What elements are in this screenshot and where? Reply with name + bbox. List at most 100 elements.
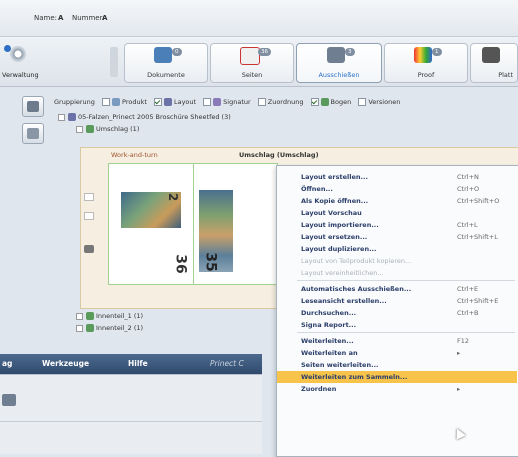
tree-root[interactable]: 05-Falzen_Prinect 2005 Broschüre Sheetfe… <box>58 113 231 121</box>
menu-hilfe[interactable]: Hilfe <box>128 359 148 368</box>
expand-toggle[interactable] <box>76 312 83 320</box>
step-label: Seiten <box>241 71 263 79</box>
tool-icon[interactable] <box>84 212 94 220</box>
submenu-arrow-icon: ▸ <box>457 349 461 357</box>
tool-icon[interactable] <box>84 193 94 201</box>
page-number: 35 <box>202 252 219 272</box>
context-menu: Layout erstellen... Ctrl+N Öffnen... Ctrl+… <box>276 165 518 457</box>
imposition-icon <box>327 47 345 63</box>
sheet-icon <box>27 128 39 139</box>
step-label: Proof <box>417 71 435 79</box>
page-number: 36 <box>172 254 189 274</box>
menu-werkzeuge[interactable]: Werkzeuge <box>42 359 89 368</box>
bogen-checkbox[interactable] <box>310 98 319 106</box>
zuordnung-label: Zuordnung <box>267 98 304 106</box>
view-list-button[interactable] <box>22 96 44 117</box>
page-number: 2 <box>166 192 181 202</box>
step-label: Dokumente <box>147 71 185 79</box>
menu-item-leseansicht[interactable]: Leseansicht erstellen... Ctrl+Shift+E <box>277 295 517 307</box>
menu-item-layout-vorschau[interactable]: Layout Vorschau <box>277 207 517 219</box>
page-cell: 2 36 <box>109 164 194 284</box>
bogen-label: Bogen <box>330 98 352 106</box>
workflow-toolbar: Verwaltung 0 Dokumente 36 Seiten 3 Aussc… <box>0 37 518 87</box>
pdf-page-icon <box>240 47 260 65</box>
signature-icon <box>213 98 222 106</box>
versionen-checkbox[interactable] <box>358 98 367 106</box>
layout-icon <box>163 98 172 106</box>
tree-item-innenteil-1[interactable]: Innenteil_1 (1) <box>76 312 143 320</box>
sheet-preview[interactable]: 2 36 35 <box>108 163 278 285</box>
menu-separator <box>297 280 515 281</box>
number-filter-value[interactable]: A <box>102 14 107 22</box>
scroll-left-button[interactable] <box>110 47 118 77</box>
lower-panel <box>0 374 262 454</box>
step-proof[interactable]: 1 Proof <box>384 43 468 83</box>
menu-item-auto-ausschiessen[interactable]: Automatisches Ausschießen... Ctrl+E <box>277 283 517 295</box>
step-count-badge: 3 <box>345 48 355 56</box>
layout-checkbox[interactable] <box>153 98 162 106</box>
menu-partial[interactable]: ag <box>2 359 12 368</box>
product-icon <box>112 98 121 106</box>
signatur-label: Signatur <box>223 98 251 106</box>
tree-item-umschlag[interactable]: Umschlag (1) <box>76 125 139 133</box>
step-dokumente[interactable]: 0 Dokumente <box>124 43 208 83</box>
versionen-label: Versionen <box>368 98 401 106</box>
produkt-checkbox[interactable] <box>102 98 111 106</box>
sheet-icon <box>86 324 94 332</box>
sheet-title: Umschlag (Umschlag) <box>239 151 319 159</box>
expand-toggle[interactable] <box>76 125 83 133</box>
hand-icon[interactable] <box>84 245 94 253</box>
menu-item-layout-vereinheitlichen: Layout vereinheitlichen... <box>301 269 384 277</box>
layout-icon <box>68 113 76 121</box>
filter-bar: Name: A Nummer: A <box>0 0 518 37</box>
document-icon <box>154 47 172 63</box>
view-sheet-button[interactable] <box>22 123 44 144</box>
menu-item-weiterleiten-sammeln[interactable]: Weiterleiten zum Sammeln... <box>277 371 517 383</box>
menu-item-layout-kopieren: Layout von Teilprodukt kopieren... <box>301 257 412 265</box>
menu-item-layout-erstellen[interactable]: Layout erstellen... Ctrl+N <box>277 171 517 183</box>
menu-item-zuordnen[interactable]: Zuordnen ▸ <box>277 383 517 395</box>
step-label: Platt <box>498 71 513 79</box>
print-mode-label: Work-and-turn <box>111 151 158 159</box>
imposition-icon <box>27 101 39 112</box>
expand-toggle[interactable] <box>76 324 83 332</box>
step-seiten[interactable]: 36 Seiten <box>210 43 294 83</box>
menu-item-oeffnen[interactable]: Öffnen... Ctrl+O <box>277 183 517 195</box>
menu-separator <box>297 332 515 333</box>
name-filter-value[interactable]: A <box>58 14 63 22</box>
sheet-icon <box>320 98 329 106</box>
step-count-badge: 36 <box>258 48 271 56</box>
menu-item-layout-ersetzen[interactable]: Layout ersetzen... Ctrl+Shift+L <box>277 231 517 243</box>
menu-item-layout-duplizieren[interactable]: Layout duplizieren... <box>277 243 517 255</box>
step-ausschiessen[interactable]: 3 Ausschießen <box>296 43 382 83</box>
step-platten[interactable]: Platt <box>470 43 518 83</box>
tree-item-innenteil-2[interactable]: Innenteil_2 (1) <box>76 324 143 332</box>
plate-icon <box>482 47 500 63</box>
menu-item-durchsuchen[interactable]: Durchsuchen... Ctrl+B <box>277 307 517 319</box>
gear-icon <box>10 46 26 62</box>
menu-item-signa-report[interactable]: Signa Report... <box>277 319 517 331</box>
proof-icon <box>414 47 432 63</box>
sheet-icon <box>86 312 94 320</box>
signatur-checkbox[interactable] <box>203 98 212 106</box>
menu-item-seiten-weiterleiten[interactable]: Seiten weiterleiten... <box>277 359 517 371</box>
toolbar-icon[interactable] <box>2 394 16 406</box>
name-filter-label: Name: <box>34 14 58 22</box>
grouping-options: Gruppierung Produkt Layout Signatur Zuor… <box>54 98 400 106</box>
sheet-icon <box>86 125 94 133</box>
admin-button[interactable]: Verwaltung <box>2 43 39 81</box>
zuordnung-checkbox[interactable] <box>257 98 266 106</box>
menu-item-layout-importieren[interactable]: Layout importieren... Ctrl+L <box>277 219 517 231</box>
menu-item-weiterleiten[interactable]: Weiterleiten... F12 <box>277 335 517 347</box>
expand-toggle[interactable] <box>58 113 65 121</box>
number-filter-label: Nummer: <box>72 14 105 22</box>
admin-label: Verwaltung <box>2 71 39 79</box>
app-title: Prinect C <box>210 359 244 368</box>
app-menubar: ag Werkzeuge Hilfe Prinect C <box>0 354 262 374</box>
tree-item-label: Innenteil_2 (1) <box>96 324 144 332</box>
menu-item-als-kopie-oeffnen[interactable]: Als Kopie öffnen... Ctrl+Shift+O <box>277 195 517 207</box>
divider <box>0 421 262 422</box>
layout-label: Layout <box>173 98 197 106</box>
menu-item-weiterleiten-an[interactable]: Weiterleiten an ▸ <box>277 347 517 359</box>
tree-root-label: 05-Falzen_Prinect 2005 Broschüre Sheetfe… <box>78 113 231 121</box>
